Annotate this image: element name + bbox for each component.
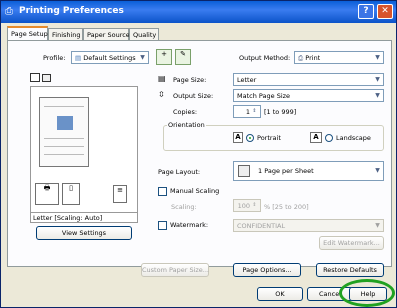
close-button[interactable]: ✕ <box>377 4 393 19</box>
orientation-label: Orientation <box>167 121 206 129</box>
scaling-value: 100 <box>237 202 250 210</box>
manual-scaling-label[interactable]: Manual Scaling <box>170 187 219 195</box>
scaling-spinner[interactable]: 100 ⇕ <box>233 199 261 212</box>
help-title-button[interactable]: ? <box>358 4 374 19</box>
output-size-value: Match Page Size <box>237 92 291 100</box>
ok-button[interactable]: OK <box>257 287 303 301</box>
window-title: Printing Preferences <box>19 6 124 16</box>
profile-select[interactable]: ▤ Default Settings ▼ <box>71 51 149 64</box>
edit-profile-icon[interactable]: ✎ <box>175 49 191 65</box>
restore-defaults-button[interactable]: Restore Defaults <box>316 263 384 277</box>
page-layout-select[interactable]: 1 Page per Sheet ▼ <box>233 161 384 181</box>
profile-label: Profile: <box>43 54 66 62</box>
watermark-value: CONFIDENTIAL <box>237 222 286 230</box>
page-size-icon: ▤ <box>158 74 166 83</box>
landscape-icon: A <box>310 132 322 143</box>
title-bar[interactable]: ⎙ Printing Preferences ? ✕ <box>1 1 396 23</box>
page-size-label: Page Size: <box>173 76 207 84</box>
landscape-radio[interactable] <box>325 134 333 142</box>
output-method-value: Print <box>305 54 321 62</box>
chevron-down-icon: ▼ <box>375 54 380 61</box>
preview-caption: Letter [Scaling: Auto] <box>30 212 138 223</box>
output-method-select[interactable]: ⎙ Print ▼ <box>294 51 384 64</box>
view-settings-button[interactable]: View Settings <box>36 226 132 240</box>
watermark-select[interactable]: CONFIDENTIAL ▼ <box>233 219 384 232</box>
output-method-label: Output Method: <box>239 54 291 62</box>
manual-scaling-checkbox[interactable] <box>158 187 167 196</box>
page-size-select[interactable]: Letter ▼ <box>233 73 384 86</box>
page-preview: 🖶 ▯ ≡ <box>30 86 138 213</box>
page-options-button[interactable]: Page Options... <box>233 263 301 277</box>
preview-toggle-icon[interactable] <box>30 73 40 82</box>
profile-value: Default Settings <box>83 54 136 62</box>
printer-preview-icon: 🖶 <box>35 183 59 205</box>
spinner-arrows-icon[interactable]: ⇕ <box>250 201 259 210</box>
chevron-down-icon: ▼ <box>375 76 380 83</box>
page-layout-label: Page Layout: <box>158 168 201 176</box>
chevron-down-icon: ▼ <box>375 167 380 174</box>
page-size-value: Letter <box>237 76 257 84</box>
paper-tray-icon: ≡ <box>113 185 127 203</box>
output-size-select[interactable]: Match Page Size ▼ <box>233 89 384 102</box>
printer-icon: ⎙ <box>5 6 13 17</box>
output-size-icon: ⇳ <box>158 90 165 99</box>
chevron-down-icon: ▼ <box>375 222 380 229</box>
custom-paper-size-button[interactable]: Custom Paper Size... <box>141 263 209 277</box>
page-sheet <box>39 97 89 167</box>
copies-label: Copies: <box>173 108 198 116</box>
chevron-down-icon: ▼ <box>140 54 145 61</box>
page-layout-icon <box>238 165 250 177</box>
portrait-radio[interactable] <box>246 134 254 142</box>
preview-printer-icon[interactable] <box>42 74 51 82</box>
printing-preferences-window: ⎙ Printing Preferences ? ✕ Page Setup Fi… <box>0 0 397 308</box>
copies-range: [1 to 999] <box>264 108 297 116</box>
scaling-range: % [25 to 200] <box>264 203 309 211</box>
edit-watermark-button[interactable]: Edit Watermark... <box>319 236 384 250</box>
portrait-label[interactable]: Portrait <box>257 134 281 142</box>
chevron-down-icon: ▼ <box>375 92 380 99</box>
landscape-label[interactable]: Landscape <box>336 134 371 142</box>
portrait-icon: A <box>233 132 243 143</box>
watermark-checkbox[interactable] <box>158 221 167 230</box>
page-layout-value: 1 Page per Sheet <box>258 167 314 175</box>
profile-icon: ▤ <box>75 54 84 62</box>
output-size-label: Output Size: <box>173 92 214 100</box>
scaling-label: Scaling: <box>171 203 197 211</box>
copies-spinner[interactable]: 1 ⇕ <box>233 105 261 118</box>
add-profile-icon[interactable]: + <box>156 49 172 65</box>
spinner-arrows-icon[interactable]: ⇕ <box>250 107 259 116</box>
help-highlight-ring <box>339 279 395 307</box>
page-content-thumbnail <box>57 116 73 130</box>
watermark-label[interactable]: Watermark: <box>170 221 208 229</box>
tab-page-setup[interactable]: Page Setup <box>7 26 48 41</box>
document-preview-icon: ▯ <box>62 183 80 205</box>
